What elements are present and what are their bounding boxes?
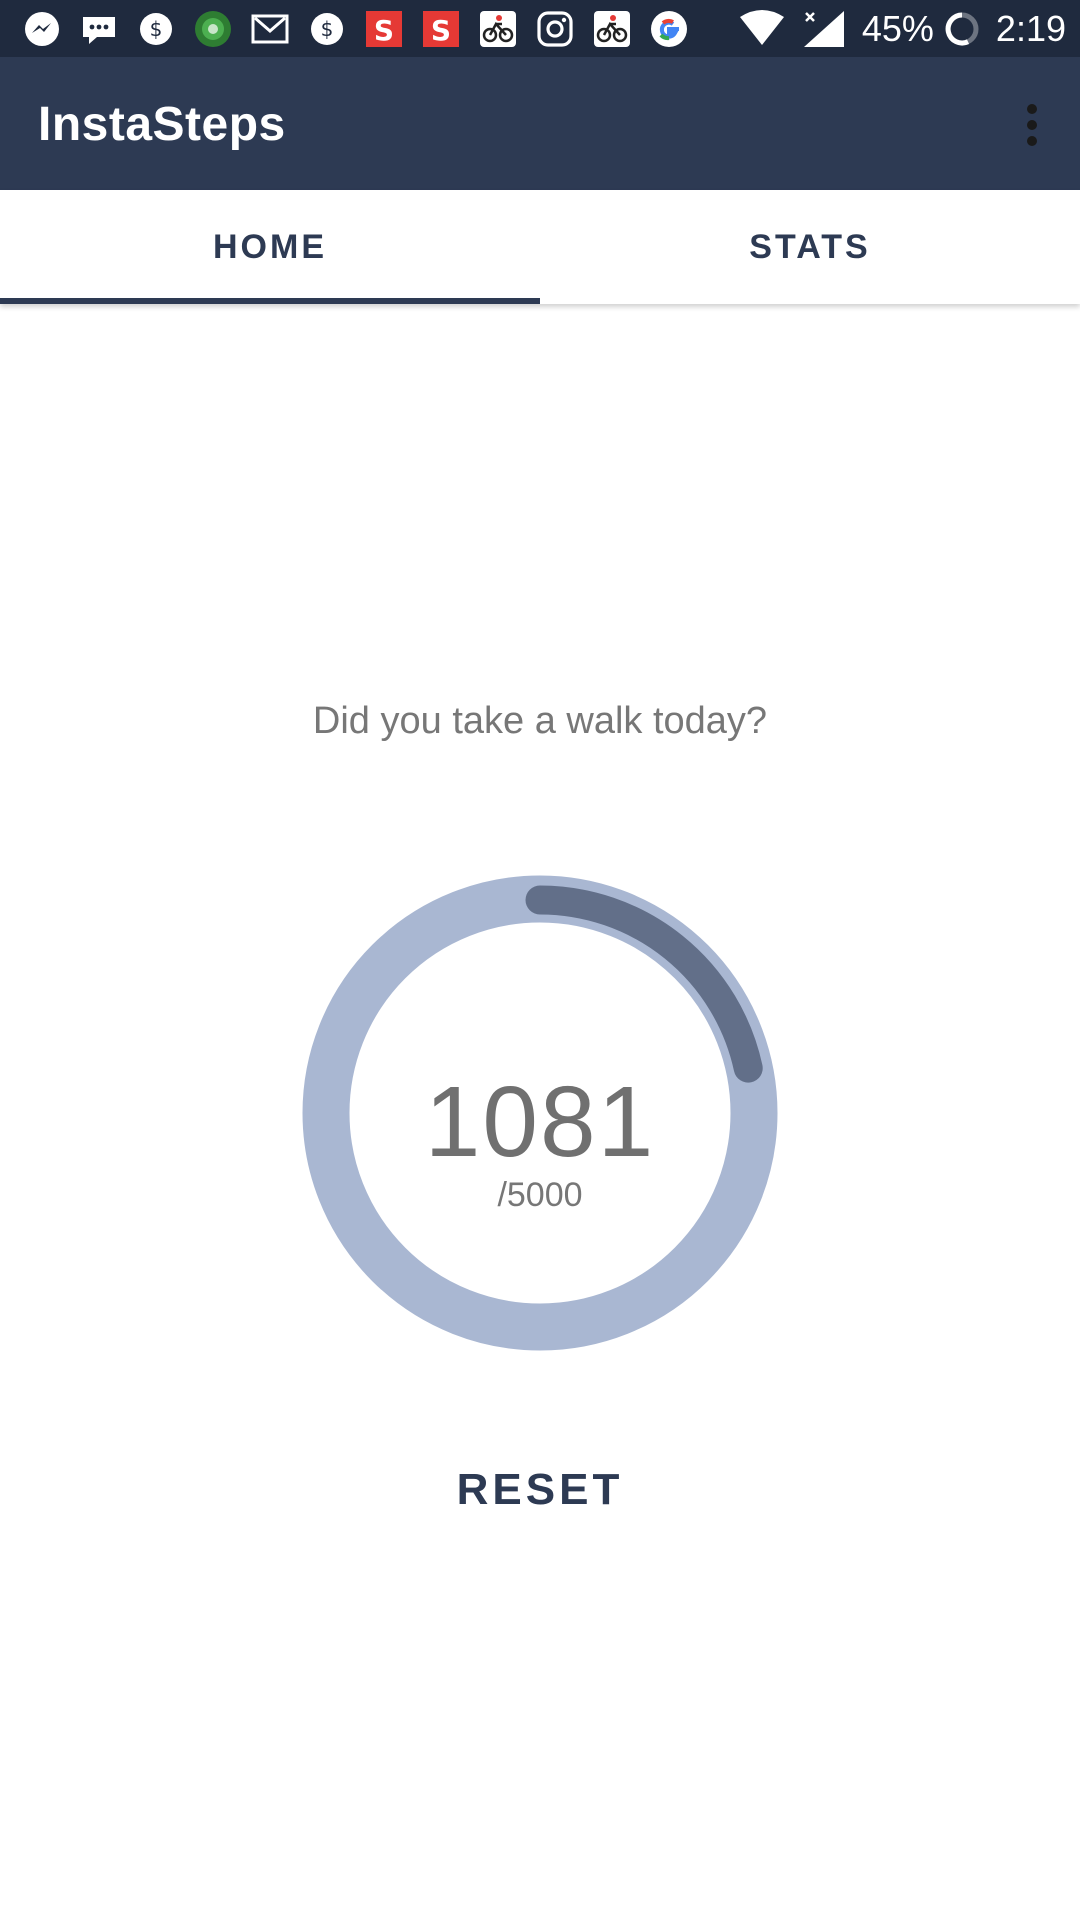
instagram-icon: [535, 9, 575, 49]
battery-percentage: 45%: [861, 7, 934, 49]
app-bar: InstaSteps: [0, 57, 1080, 190]
google-icon: [649, 9, 689, 49]
walk-prompt: Did you take a walk today?: [312, 700, 768, 742]
wifi-icon: [739, 9, 784, 45]
tab-bar: HOME STATS: [0, 190, 1080, 304]
status-bar: $ $ S S 45% 2:19: [0, 0, 1080, 57]
chat-icon: [79, 9, 119, 49]
dollar-icon: $: [307, 9, 347, 49]
messenger-icon: [22, 9, 62, 49]
sony-liv-icon: S: [364, 9, 404, 49]
dollar-icon: $: [136, 9, 176, 49]
battery-icon: [945, 12, 979, 45]
more-options-button[interactable]: [1004, 93, 1060, 157]
notification-icons: $ $ S S: [22, 8, 706, 50]
system-status: 45% 2:19: [738, 0, 1066, 57]
sony-liv-icon: S: [421, 9, 461, 49]
tab-home[interactable]: HOME: [0, 190, 540, 304]
app-title: InstaSteps: [38, 98, 286, 151]
reset-button[interactable]: RESET: [390, 1450, 690, 1530]
progress-arc: [525, 885, 763, 1083]
gmail-icon: [250, 9, 290, 49]
step-count: 1081: [424, 1066, 656, 1178]
step-goal: /5000: [497, 1176, 583, 1214]
svg-text:S: S: [374, 14, 394, 47]
more-vert-icon: [1027, 104, 1037, 146]
cycling-icon: [592, 9, 632, 49]
svg-text:S: S: [431, 14, 451, 47]
clock: 2:19: [995, 7, 1066, 49]
cycling-icon: [478, 9, 518, 49]
svg-text:$: $: [150, 17, 163, 41]
tab-stats[interactable]: STATS: [540, 190, 1080, 304]
tab-indicator: [0, 298, 540, 304]
svg-text:$: $: [321, 17, 334, 41]
signal-icon: [803, 10, 844, 47]
quran-app-icon: [193, 9, 233, 49]
